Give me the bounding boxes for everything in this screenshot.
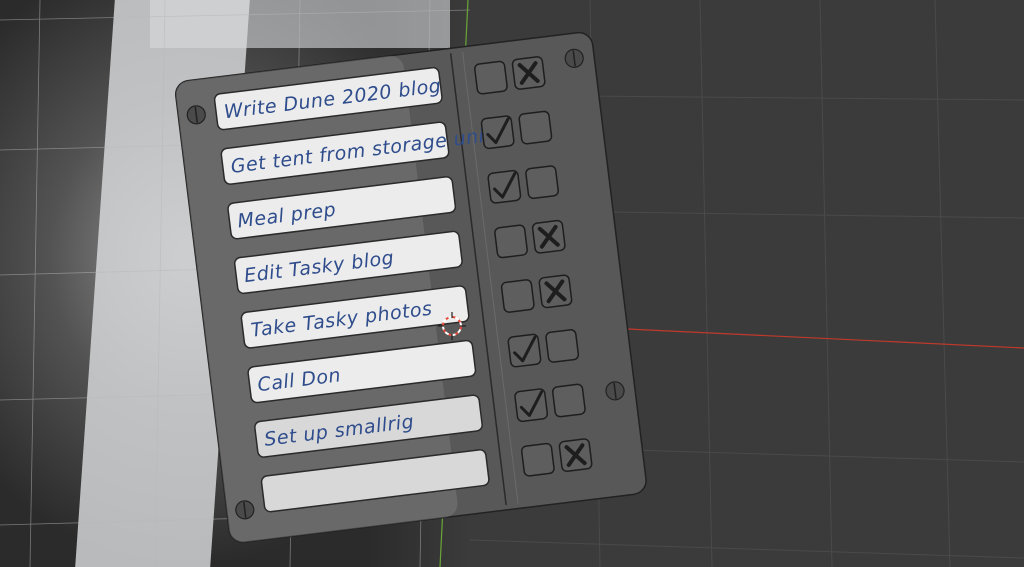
left-checkbox[interactable] (500, 279, 535, 313)
left-checkbox[interactable] (487, 169, 522, 204)
task-board-model[interactable]: Write Dune 2020 blogGet tent from storag… (0, 0, 1024, 567)
right-checkbox[interactable] (551, 383, 586, 418)
left-checkbox[interactable] (514, 388, 549, 423)
3d-viewport[interactable]: Write Dune 2020 blog Get tent from storag… (0, 0, 1024, 567)
left-checkbox[interactable] (494, 224, 528, 259)
left-checkbox[interactable] (474, 60, 508, 95)
left-checkbox[interactable] (520, 442, 555, 477)
right-checkbox[interactable] (525, 165, 559, 200)
left-checkbox[interactable] (480, 115, 515, 150)
left-checkbox[interactable] (507, 333, 542, 368)
right-checkbox[interactable] (518, 110, 553, 145)
right-checkbox[interactable] (545, 329, 580, 363)
